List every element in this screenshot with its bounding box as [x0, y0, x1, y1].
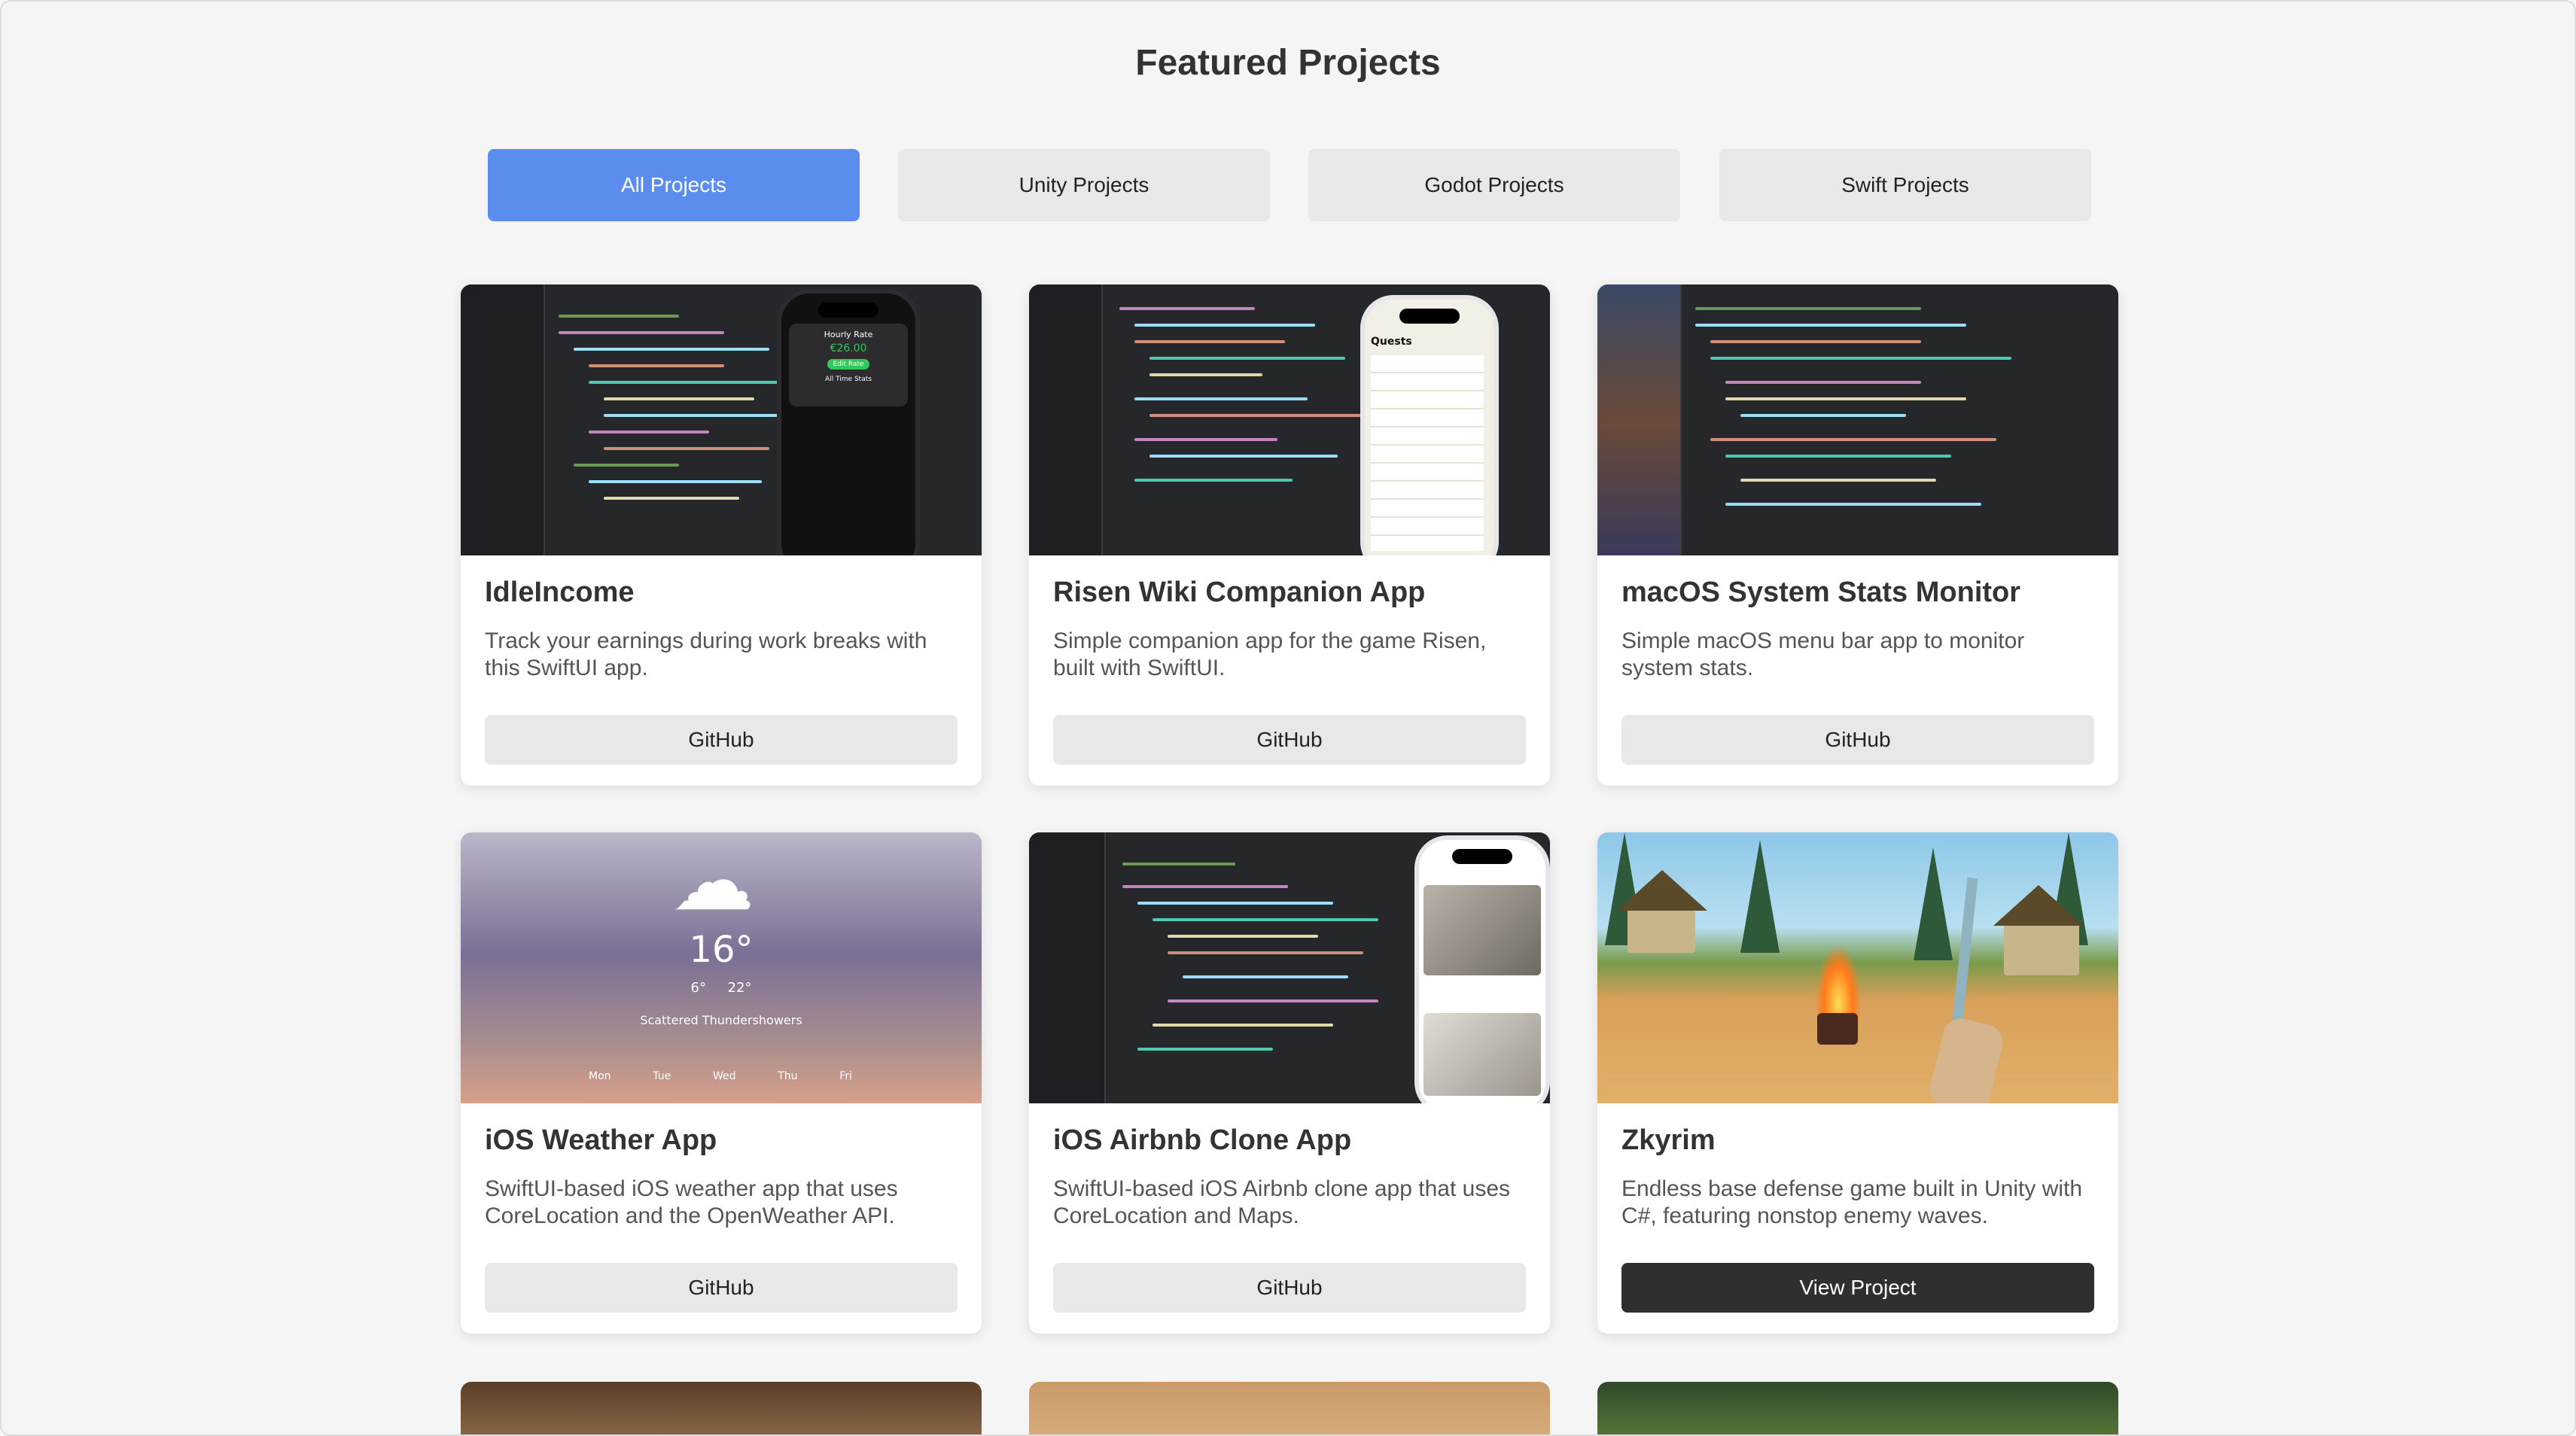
project-title: iOS Weather App — [485, 1124, 717, 1156]
project-screenshot: Quests — [1029, 284, 1550, 555]
project-card-zkyrim: Zkyrim Endless base defense game built i… — [1597, 832, 2118, 1334]
project-card-idleincome: Hourly Rate €26.00 Edit Rate All Time St… — [461, 284, 982, 786]
preview-high: 22° — [727, 980, 752, 996]
project-description: Simple companion app for the game Risen,… — [1053, 628, 1487, 680]
preview-range: 6° 22° — [461, 980, 982, 996]
filter-bar: All Projects Unity Projects Godot Projec… — [488, 149, 2091, 221]
view-project-button[interactable]: View Project — [1621, 1263, 2094, 1313]
preview-low: 6° — [690, 980, 706, 996]
project-card-partial[interactable] — [461, 1382, 982, 1434]
preview-temperature: 16° — [689, 929, 754, 971]
preview-day: Mon — [589, 1070, 611, 1082]
github-button[interactable]: GitHub — [1621, 715, 2094, 765]
project-card-risen-wiki: Quests Risen Wiki Companion App Simple c… — [1029, 284, 1550, 786]
filter-swift-projects[interactable]: Swift Projects — [1719, 149, 2091, 221]
filter-godot-projects[interactable]: Godot Projects — [1308, 149, 1680, 221]
preview-day: Tue — [653, 1070, 671, 1082]
project-screenshot — [1597, 284, 2118, 555]
project-card-partial[interactable] — [1029, 1382, 1550, 1434]
page-title: Featured Projects — [1135, 43, 1441, 83]
preview-condition: Scattered Thundershowers — [640, 1013, 802, 1027]
project-title: iOS Airbnb Clone App — [1053, 1124, 1352, 1156]
preview-day: Thu — [778, 1070, 798, 1082]
project-title: macOS System Stats Monitor — [1621, 577, 2021, 608]
preview-day: Fri — [839, 1070, 852, 1082]
project-description: SwiftUI-based iOS weather app that uses … — [485, 1176, 898, 1228]
project-title: IdleIncome — [485, 577, 635, 608]
preview-amount: €26.00 — [830, 342, 867, 354]
preview-heading: Quests — [1371, 336, 1412, 348]
project-card-ios-weather: ☁ 16° 6° 22° Scattered Thundershowers Mo… — [461, 832, 982, 1334]
filter-all-projects[interactable]: All Projects — [488, 149, 860, 221]
github-button[interactable]: GitHub — [1053, 1263, 1526, 1313]
github-button[interactable]: GitHub — [485, 1263, 958, 1313]
thunderstorm-icon: ☁ — [671, 835, 754, 927]
github-button[interactable]: GitHub — [485, 715, 958, 765]
preview-day: Wed — [712, 1070, 736, 1082]
github-button[interactable]: GitHub — [1053, 715, 1526, 765]
project-screenshot: ☁ 16° 6° 22° Scattered Thundershowers Mo… — [461, 832, 982, 1103]
project-description: Endless base defense game built in Unity… — [1621, 1176, 2083, 1228]
project-screenshot — [1029, 832, 1550, 1103]
preview-heading: Hourly Rate — [824, 330, 873, 339]
project-screenshot: Hourly Rate €26.00 Edit Rate All Time St… — [461, 284, 982, 555]
preview-action: Edit Rate — [827, 359, 870, 370]
project-description: Track your earnings during work breaks w… — [485, 628, 927, 680]
project-card-partial[interactable] — [1597, 1382, 2118, 1434]
browser-viewport: Featured Projects All Projects Unity Pro… — [0, 0, 2576, 1436]
project-screenshot — [1597, 832, 2118, 1103]
filter-unity-projects[interactable]: Unity Projects — [898, 149, 1270, 221]
preview-stats: All Time Stats — [825, 376, 872, 383]
preview-days: Mon Tue Wed Thu Fri — [589, 1070, 852, 1082]
project-card-ios-airbnb: iOS Airbnb Clone App SwiftUI-based iOS A… — [1029, 832, 1550, 1334]
project-description: SwiftUI-based iOS Airbnb clone app that … — [1053, 1176, 1511, 1228]
project-description: Simple macOS menu bar app to monitor sys… — [1621, 628, 2025, 680]
project-card-macos-stats: macOS System Stats Monitor Simple macOS … — [1597, 284, 2118, 786]
project-title: Risen Wiki Companion App — [1053, 577, 1426, 608]
project-title: Zkyrim — [1621, 1124, 1716, 1156]
